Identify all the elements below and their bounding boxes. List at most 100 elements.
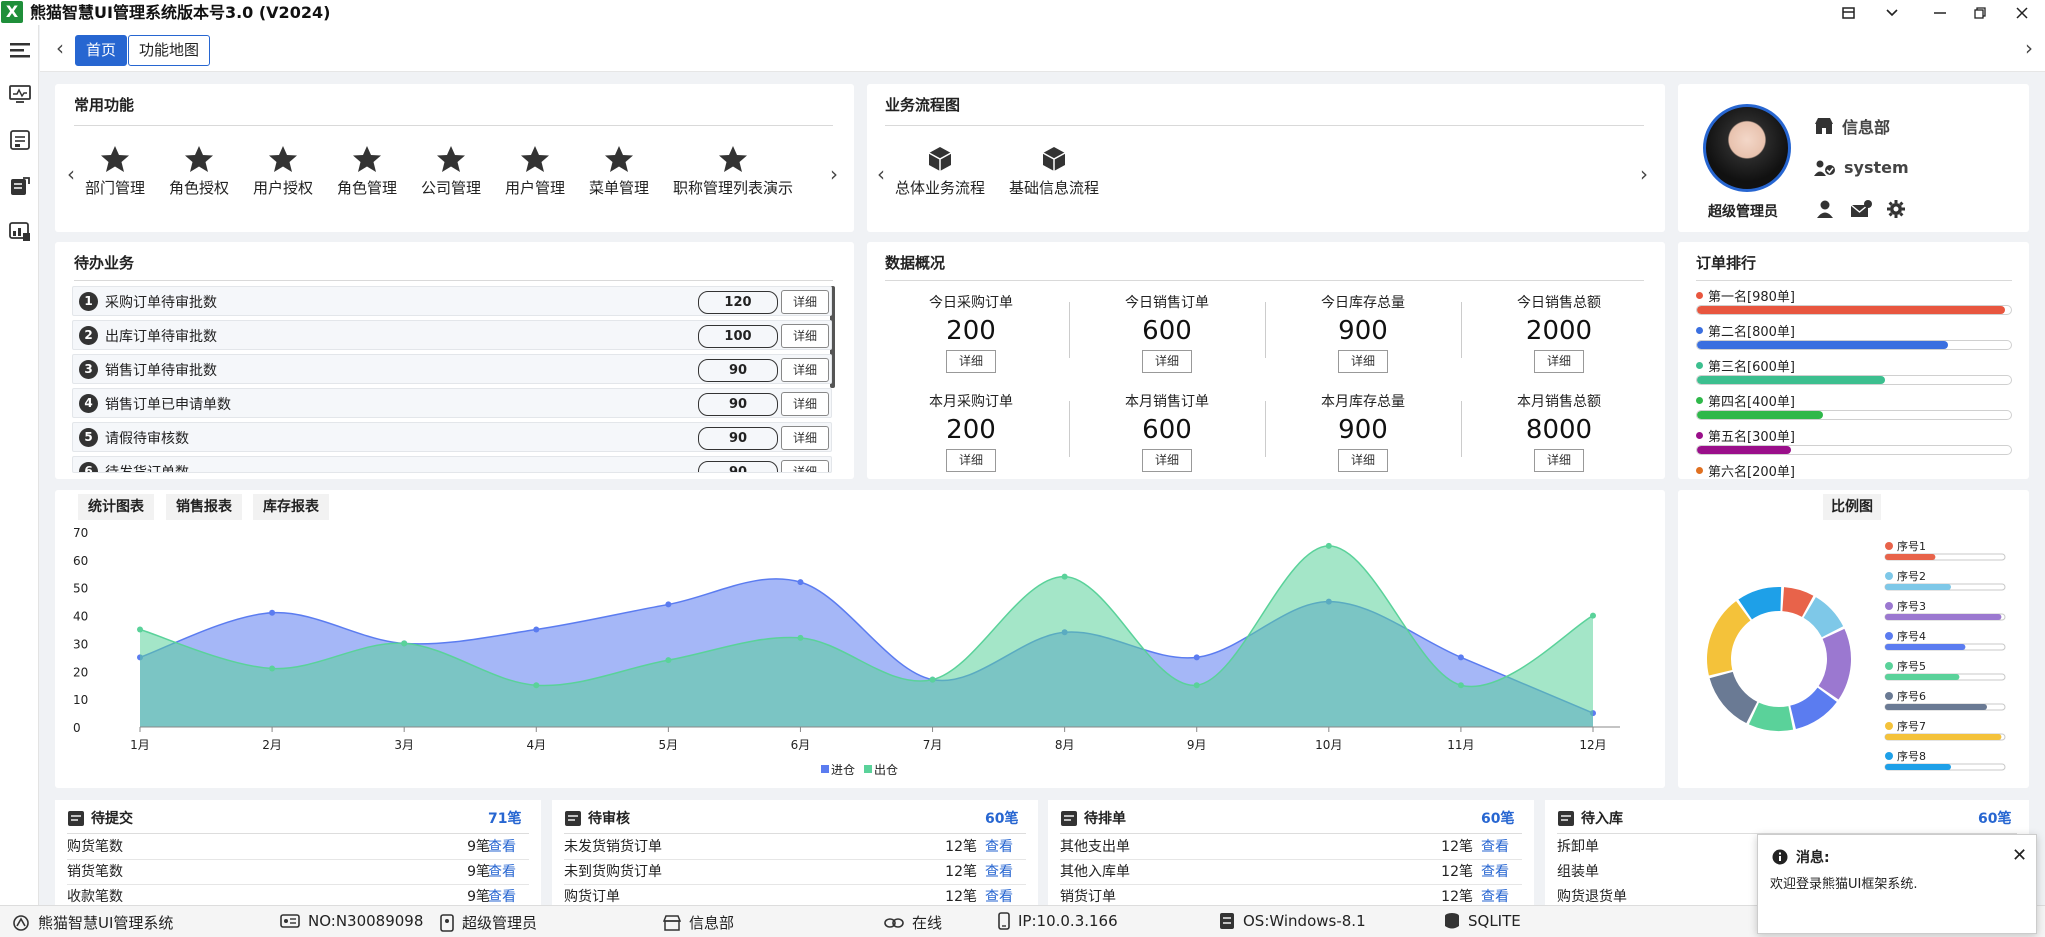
menu-icon[interactable] [8, 38, 31, 61]
view-link[interactable]: 查看 [1481, 885, 1509, 905]
card-count: 60笔 [1481, 811, 1515, 827]
tab-stats-chart[interactable]: 统计图表 [78, 494, 154, 520]
x-tick-label: 8月 [1055, 738, 1075, 752]
rank-dot [1696, 432, 1703, 439]
legend-label: 进仓 [831, 763, 855, 777]
user-profile-icon[interactable] [1816, 199, 1836, 219]
status-online: 在线 [884, 912, 942, 933]
status-number: NO:N30089098 [280, 912, 423, 930]
stat-label: 今日库存总量 [1321, 295, 1405, 311]
stat-detail-button[interactable]: 详细 [946, 350, 996, 373]
todo-label: 出库订单待审批数 [105, 329, 217, 345]
x-tick-label: 12月 [1579, 738, 1606, 752]
y-tick-label: 60 [73, 554, 88, 568]
layout-icon[interactable] [1828, 0, 1868, 25]
legend-label: 序号6 [1897, 689, 1926, 703]
minimize-icon[interactable] [1920, 0, 1960, 25]
flow-next-icon[interactable]: › [1640, 162, 1648, 186]
view-link[interactable]: 查看 [488, 835, 516, 860]
legend-bar-fill [1885, 644, 1966, 650]
stat-detail-button[interactable]: 详细 [1338, 449, 1388, 472]
legend-dot [1885, 632, 1893, 640]
functions-prev-icon[interactable]: ‹ [67, 162, 75, 186]
function-item[interactable]: 角色授权 [159, 145, 239, 198]
status-department-text: 信息部 [689, 914, 735, 932]
flow-item-basic[interactable]: 基础信息流程 [1009, 145, 1099, 198]
report-icon[interactable] [8, 220, 31, 243]
stat-value: 900 [1338, 316, 1388, 346]
card-header: 待提交 [67, 808, 133, 828]
rank-bar [1696, 410, 2012, 420]
todo-detail-button[interactable]: 详细 [781, 290, 829, 314]
function-item[interactable]: 用户授权 [243, 145, 323, 198]
function-item[interactable]: 职称管理列表演示 [663, 145, 803, 198]
function-item[interactable]: 部门管理 [75, 145, 155, 198]
status-department: 信息部 [663, 912, 734, 933]
stat-detail-button[interactable]: 详细 [1534, 350, 1584, 373]
function-item[interactable]: 用户管理 [495, 145, 575, 198]
tab-function-map[interactable]: 功能地图 [128, 35, 211, 66]
todo-detail-button[interactable]: 详细 [781, 358, 829, 382]
function-item[interactable]: 菜单管理 [579, 145, 659, 198]
stat-detail-button[interactable]: 详细 [1534, 449, 1584, 472]
toast-close-icon[interactable]: ✕ [2012, 845, 2027, 866]
todo-detail-button[interactable]: 详细 [781, 426, 829, 450]
flow-item-overall[interactable]: 总体业务流程 [895, 145, 985, 198]
form-icon[interactable] [8, 128, 31, 151]
legend-dot [1885, 662, 1893, 670]
flow-prev-icon[interactable]: ‹ [877, 162, 885, 186]
view-link[interactable]: 查看 [1481, 860, 1509, 885]
card-row-label: 拆卸单 [1557, 839, 1599, 855]
stat-detail-button[interactable]: 详细 [1338, 350, 1388, 373]
todo-detail-button[interactable]: 详细 [781, 324, 829, 348]
card-row-label: 未到货购货订单 [564, 864, 662, 880]
card-row-value: 12笔 [1441, 839, 1473, 855]
function-item[interactable]: 公司管理 [411, 145, 491, 198]
stat-detail-button[interactable]: 详细 [1142, 350, 1192, 373]
view-link[interactable]: 查看 [488, 860, 516, 885]
tab-inventory-report[interactable]: 库存报表 [253, 494, 329, 520]
view-link[interactable]: 查看 [985, 885, 1013, 905]
tab-sales-report[interactable]: 销售报表 [166, 494, 242, 520]
legend-dot [1885, 692, 1893, 700]
data-point [269, 609, 276, 616]
card-row-value: 9笔 [467, 889, 490, 905]
status-number-text: NO:N30089098 [308, 912, 424, 930]
export-icon[interactable] [8, 174, 31, 197]
stat-value: 900 [1338, 415, 1388, 445]
x-tick-label: 9月 [1187, 738, 1207, 752]
card-title: 待排单 [1084, 811, 1126, 827]
monitor-icon[interactable] [8, 82, 31, 105]
y-tick-label: 50 [73, 582, 88, 596]
chevron-down-icon[interactable] [1872, 0, 1912, 25]
card-row-label: 销货订单 [1060, 889, 1116, 905]
tab-home[interactable]: 首页 [75, 35, 128, 66]
view-link[interactable]: 查看 [1481, 835, 1509, 860]
todo-number: 5 [79, 428, 98, 447]
stat-detail-button[interactable]: 详细 [1142, 449, 1192, 472]
stat-detail-button[interactable]: 详细 [946, 449, 996, 472]
mail-settings-icon[interactable] [1850, 199, 1872, 219]
legend-label: 序号8 [1897, 749, 1926, 763]
function-item-label: 公司管理 [420, 179, 481, 197]
view-link[interactable]: 查看 [985, 860, 1013, 885]
functions-next-icon[interactable]: › [830, 162, 838, 186]
rank-bar [1696, 375, 2012, 385]
user-card: 超级管理员 信息部 system [1678, 84, 2029, 232]
tab-scroll-right-icon[interactable]: › [2025, 36, 2033, 60]
todo-detail-button[interactable]: 详细 [781, 392, 829, 416]
legend-bar-fill [1885, 614, 2002, 620]
data-point [797, 579, 804, 586]
phone-icon [998, 912, 1010, 930]
avatar[interactable] [1703, 104, 1791, 192]
tab-scroll-left-icon[interactable]: ‹ [56, 36, 64, 60]
restore-icon[interactable] [1960, 0, 2000, 25]
close-icon[interactable] [2002, 0, 2042, 25]
view-link[interactable]: 查看 [985, 835, 1013, 860]
view-link[interactable]: 查看 [488, 885, 516, 905]
todo-detail-button[interactable]: 详细 [781, 460, 829, 472]
function-item[interactable]: 角色管理 [327, 145, 407, 198]
todo-count: 90 [698, 427, 778, 450]
gear-icon[interactable] [1886, 199, 1906, 219]
cube-icon [1042, 147, 1066, 171]
